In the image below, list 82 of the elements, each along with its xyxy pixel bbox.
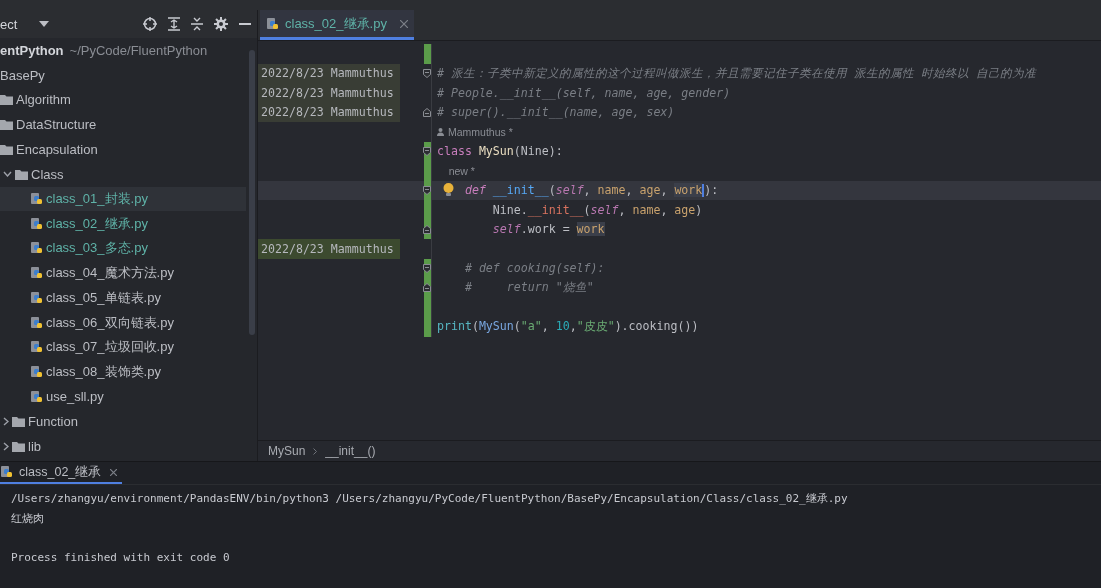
blame-annotation[interactable]: 2022/8/23 Mammuthus <box>258 102 400 122</box>
blame-annotation[interactable]: 2022/8/23 Mammuthus <box>258 63 400 83</box>
code-line: # super().__init__(name, age, sex) <box>437 105 675 120</box>
fold-icon[interactable] <box>423 185 431 195</box>
code-line: class MySun(Nine): <box>437 144 563 159</box>
inlay-hint[interactable]: new * <box>437 164 475 177</box>
scrollbar-thumb[interactable] <box>249 50 255 335</box>
tree-item[interactable]: class_01_封装.py <box>0 186 246 212</box>
chevron-right-icon[interactable] <box>3 441 9 451</box>
python-file-icon <box>30 389 43 404</box>
code-line: # People.__init__(self, name, age, gender) <box>437 85 731 100</box>
tree-item[interactable]: class_03_多态.py <box>0 236 257 261</box>
code-line: Nine.__init__(self, name, age) <box>491 202 703 217</box>
folder-icon <box>0 143 13 155</box>
tree-item[interactable]: class_05_单链表.py <box>0 285 257 311</box>
collapse-icon[interactable] <box>191 17 203 31</box>
code-line: # return "烧鱼" <box>463 280 594 296</box>
code-line: print(MySun("a", 10,"皮皮").cooking()) <box>437 319 699 335</box>
console-output-line: Process finished with exit code 0 <box>11 549 231 566</box>
python-file-icon <box>30 365 43 380</box>
inlay-hint[interactable]: Mammuthus * <box>448 125 513 138</box>
code-line: self.work = work <box>491 222 605 237</box>
lightbulb-icon[interactable] <box>443 182 454 197</box>
tree-item[interactable]: class_08_装饰类.py <box>0 359 257 385</box>
tree-item[interactable]: Class <box>0 161 257 187</box>
chevron-right-icon[interactable] <box>3 417 9 427</box>
run-tab[interactable]: class_02_继承 <box>0 462 123 484</box>
code-line: # def cooking(self): <box>463 261 605 276</box>
fold-icon[interactable] <box>423 68 431 78</box>
change-marker[interactable] <box>424 317 431 337</box>
python-file-icon <box>30 241 43 256</box>
python-file-icon <box>0 465 13 479</box>
folder-icon <box>12 440 25 452</box>
code-line: def __init__(self, name, age, work ): <box>463 183 719 198</box>
tree-item[interactable]: class_07_垃圾回收.py <box>0 335 257 360</box>
person-icon <box>437 127 444 136</box>
console-output-line: /Users/zhangyu/environment/PandasENV/bin/python3 /Users/zhangyu/PyCode/FluentPython/BasePy/Encapsulation/Class/class_02_继承.py <box>11 491 849 507</box>
folder-icon <box>0 119 13 131</box>
folder-icon <box>15 168 28 180</box>
console-output-line: 红烧肉 <box>11 510 45 527</box>
fold-icon[interactable] <box>423 146 431 156</box>
python-file-icon <box>30 266 43 281</box>
tree-item[interactable]: Algorithm <box>0 87 257 113</box>
chevron-right-icon <box>313 447 318 455</box>
crosshair-icon[interactable] <box>143 17 157 31</box>
project-path: ~/PyCode/FluentPython <box>69 42 208 58</box>
tree-item[interactable]: DataStructure <box>0 112 257 137</box>
tree-item[interactable]: BasePy <box>0 62 257 88</box>
tree-item[interactable]: Encapsulation <box>0 137 257 162</box>
breadcrumb-item[interactable]: MySun <box>268 444 306 458</box>
fold-icon[interactable] <box>423 283 431 292</box>
project-name: entPython <box>0 42 64 58</box>
fold-icon[interactable] <box>423 107 431 117</box>
tree-item[interactable]: use_sll.py <box>0 384 257 410</box>
close-icon[interactable] <box>399 19 408 28</box>
fold-icon[interactable] <box>423 263 431 273</box>
code-line: # 派生：子类中新定义的属性的这个过程叫做派生，并且需要记住子类在使用 派生的属性 时始终以 自己的为准 <box>437 65 1036 81</box>
python-file-icon <box>30 340 43 355</box>
editor-tab[interactable]: class_02_继承.py <box>260 10 414 40</box>
close-icon[interactable] <box>110 468 118 476</box>
change-marker[interactable] <box>424 44 431 64</box>
settings-icon[interactable] <box>214 17 228 31</box>
tree-item[interactable]: class_02_继承.py <box>0 211 257 236</box>
folder-icon <box>0 94 13 106</box>
chevron-down-icon[interactable] <box>3 171 12 178</box>
python-file-icon <box>266 16 279 31</box>
caret-icon[interactable] <box>39 21 50 27</box>
tree-item[interactable]: Function <box>0 409 257 434</box>
project-view-title[interactable]: ect <box>0 16 18 32</box>
tree-item[interactable]: lib <box>0 434 257 459</box>
python-file-icon <box>30 216 43 231</box>
python-file-icon <box>30 290 43 305</box>
expand-icon[interactable] <box>168 17 180 31</box>
fold-icon[interactable] <box>423 224 431 234</box>
breadcrumb-item[interactable]: __init__() <box>325 444 376 458</box>
python-file-icon <box>30 191 43 206</box>
tree-item[interactable]: class_06_双向链表.py <box>0 310 257 335</box>
python-file-icon <box>30 315 43 330</box>
blame-annotation[interactable]: 2022/8/23 Mammuthus <box>258 239 400 259</box>
tree-item[interactable]: class_04_魔术方法.py <box>0 260 257 286</box>
folder-icon <box>12 416 25 428</box>
blame-annotation[interactable]: 2022/8/23 Mammuthus <box>258 83 400 103</box>
